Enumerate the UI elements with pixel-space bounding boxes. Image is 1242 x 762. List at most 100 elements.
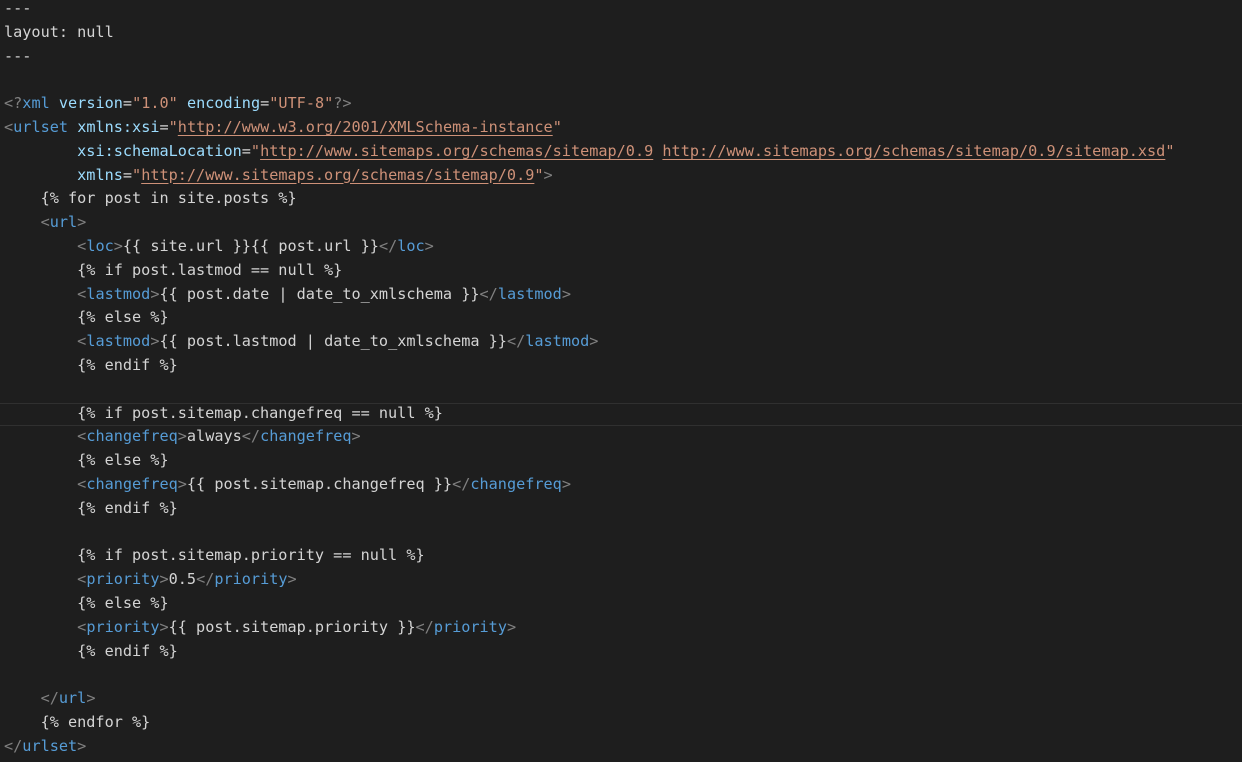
code-line[interactable]: </urlset> xyxy=(4,735,1174,759)
code-line[interactable]: {% if post.sitemap.priority == null %} xyxy=(4,544,1174,568)
code-token: "UTF-8" xyxy=(269,94,334,113)
code-token: {% endif %} xyxy=(4,641,178,660)
code-token: {{ site.url }}{{ post.url }} xyxy=(122,236,379,255)
code-line[interactable]: xsi:schemaLocation="http://www.sitemaps.… xyxy=(4,140,1174,164)
code-token: " xyxy=(552,117,562,136)
code-line[interactable]: {% endif %} xyxy=(4,497,1174,521)
code-token: </ xyxy=(506,332,526,351)
code-token: > xyxy=(287,570,297,589)
code-line[interactable]: {% endif %} xyxy=(4,354,1174,378)
code-token: layout: null xyxy=(4,22,114,41)
code-token: {% if post.sitemap.priority == null %} xyxy=(4,546,425,565)
code-line[interactable]: <changefreq>always</changefreq> xyxy=(4,425,1174,449)
code-link[interactable]: http://www.sitemaps.org/schemas/sitemap/… xyxy=(662,142,1165,160)
code-token: changefreq xyxy=(86,427,178,446)
code-line[interactable]: {% if post.lastmod == null %} xyxy=(4,259,1174,283)
code-line[interactable] xyxy=(4,378,1174,402)
code-token: < xyxy=(77,332,87,351)
code-token: = xyxy=(122,94,133,113)
code-line[interactable]: <loc>{{ site.url }}{{ post.url }}</loc> xyxy=(4,235,1174,259)
code-link[interactable]: http://www.sitemaps.org/schemas/sitemap/… xyxy=(141,166,534,184)
code-token: </ xyxy=(241,427,261,446)
code-line[interactable]: <changefreq>{{ post.sitemap.changefreq }… xyxy=(4,473,1174,497)
code-token: priority xyxy=(214,570,288,589)
code-token: > xyxy=(177,427,187,446)
code-token: {{ post.date | date_to_xmlschema }} xyxy=(159,284,480,303)
code-token: = xyxy=(159,117,169,136)
code-token: loc xyxy=(86,236,114,255)
code-token: = xyxy=(241,141,251,160)
code-token: urlset xyxy=(13,117,69,136)
code-line[interactable]: layout: null xyxy=(4,21,1174,45)
code-token: xml xyxy=(22,94,50,113)
code-line[interactable] xyxy=(4,663,1174,687)
code-line[interactable]: {% else %} xyxy=(4,592,1174,616)
code-token: {% else %} xyxy=(4,451,169,470)
code-token: lastmod xyxy=(525,332,590,351)
code-token: {% else %} xyxy=(4,308,169,327)
code-token: url xyxy=(49,213,78,232)
code-line[interactable]: <url> xyxy=(4,211,1174,235)
code-line[interactable]: {% endif %} xyxy=(4,640,1174,664)
code-editor[interactable]: --- layout: null --- <?xml version="1.0" e… xyxy=(0,0,1242,762)
code-token: urlset xyxy=(22,736,78,755)
code-line[interactable]: {% endfor %} xyxy=(4,711,1174,735)
code-line[interactable] xyxy=(4,521,1174,545)
code-line[interactable]: {% for post in site.posts %} xyxy=(4,187,1174,211)
code-token: priority xyxy=(86,617,160,636)
code-line[interactable]: <lastmod>{{ post.date | date_to_xmlschem… xyxy=(4,283,1174,307)
code-token: {{ post.lastmod | date_to_xmlschema }} xyxy=(159,332,507,351)
code-token: </ xyxy=(4,736,23,755)
code-token: > xyxy=(543,165,553,184)
code-token: lastmod xyxy=(86,332,151,351)
code-token: {% if post.lastmod == null %} xyxy=(4,260,343,279)
code-line[interactable]: {% if post.sitemap.changefreq == null %} xyxy=(0,402,1242,426)
code-token: {{ post.sitemap.changefreq }} xyxy=(186,474,453,493)
code-content[interactable]: --- layout: null --- <?xml version="1.0" e… xyxy=(0,0,1242,759)
code-line[interactable] xyxy=(4,68,1174,92)
code-token: > xyxy=(506,617,517,636)
code-line[interactable]: --- xyxy=(4,45,1174,69)
code-token: > xyxy=(77,736,87,755)
code-token: 0.5 xyxy=(168,570,197,589)
code-token: --- xyxy=(4,0,32,17)
code-token: = xyxy=(260,94,270,113)
code-token: xmlns:xsi xyxy=(77,117,160,136)
code-token: </ xyxy=(196,570,215,589)
code-line[interactable]: <?xml version="1.0" encoding="UTF-8"?> xyxy=(4,92,1174,116)
code-line[interactable]: </url> xyxy=(4,687,1174,711)
code-line[interactable]: <priority>0.5</priority> xyxy=(4,568,1174,592)
code-line[interactable]: {% else %} xyxy=(4,449,1174,473)
code-token: < xyxy=(77,284,87,303)
code-token: lastmod xyxy=(497,284,562,303)
code-line[interactable]: --- xyxy=(4,0,1174,21)
code-token: "1.0" xyxy=(132,94,178,113)
code-link[interactable]: http://www.w3.org/2001/XMLSchema-instanc… xyxy=(178,118,553,136)
code-token: > xyxy=(86,689,96,708)
code-token: = xyxy=(122,165,133,184)
code-token: </ xyxy=(378,236,398,255)
code-token: priority xyxy=(86,570,160,589)
code-token: < xyxy=(77,617,87,636)
code-token: </ xyxy=(452,474,471,493)
code-line[interactable]: {% else %} xyxy=(4,306,1174,330)
code-line[interactable]: xmlns="http://www.sitemaps.org/schemas/s… xyxy=(4,164,1174,188)
code-line[interactable]: <lastmod>{{ post.lastmod | date_to_xmlsc… xyxy=(4,330,1174,354)
code-token: --- xyxy=(4,46,32,65)
code-link[interactable]: http://www.sitemaps.org/schemas/sitemap/… xyxy=(260,142,653,160)
code-token: " xyxy=(132,165,142,184)
code-token: {% endif %} xyxy=(4,498,178,517)
code-token: priority xyxy=(433,617,507,636)
code-line[interactable]: <priority>{{ post.sitemap.priority }}</p… xyxy=(4,616,1174,640)
code-line[interactable]: <urlset xmlns:xsi="http://www.w3.org/200… xyxy=(4,116,1174,140)
